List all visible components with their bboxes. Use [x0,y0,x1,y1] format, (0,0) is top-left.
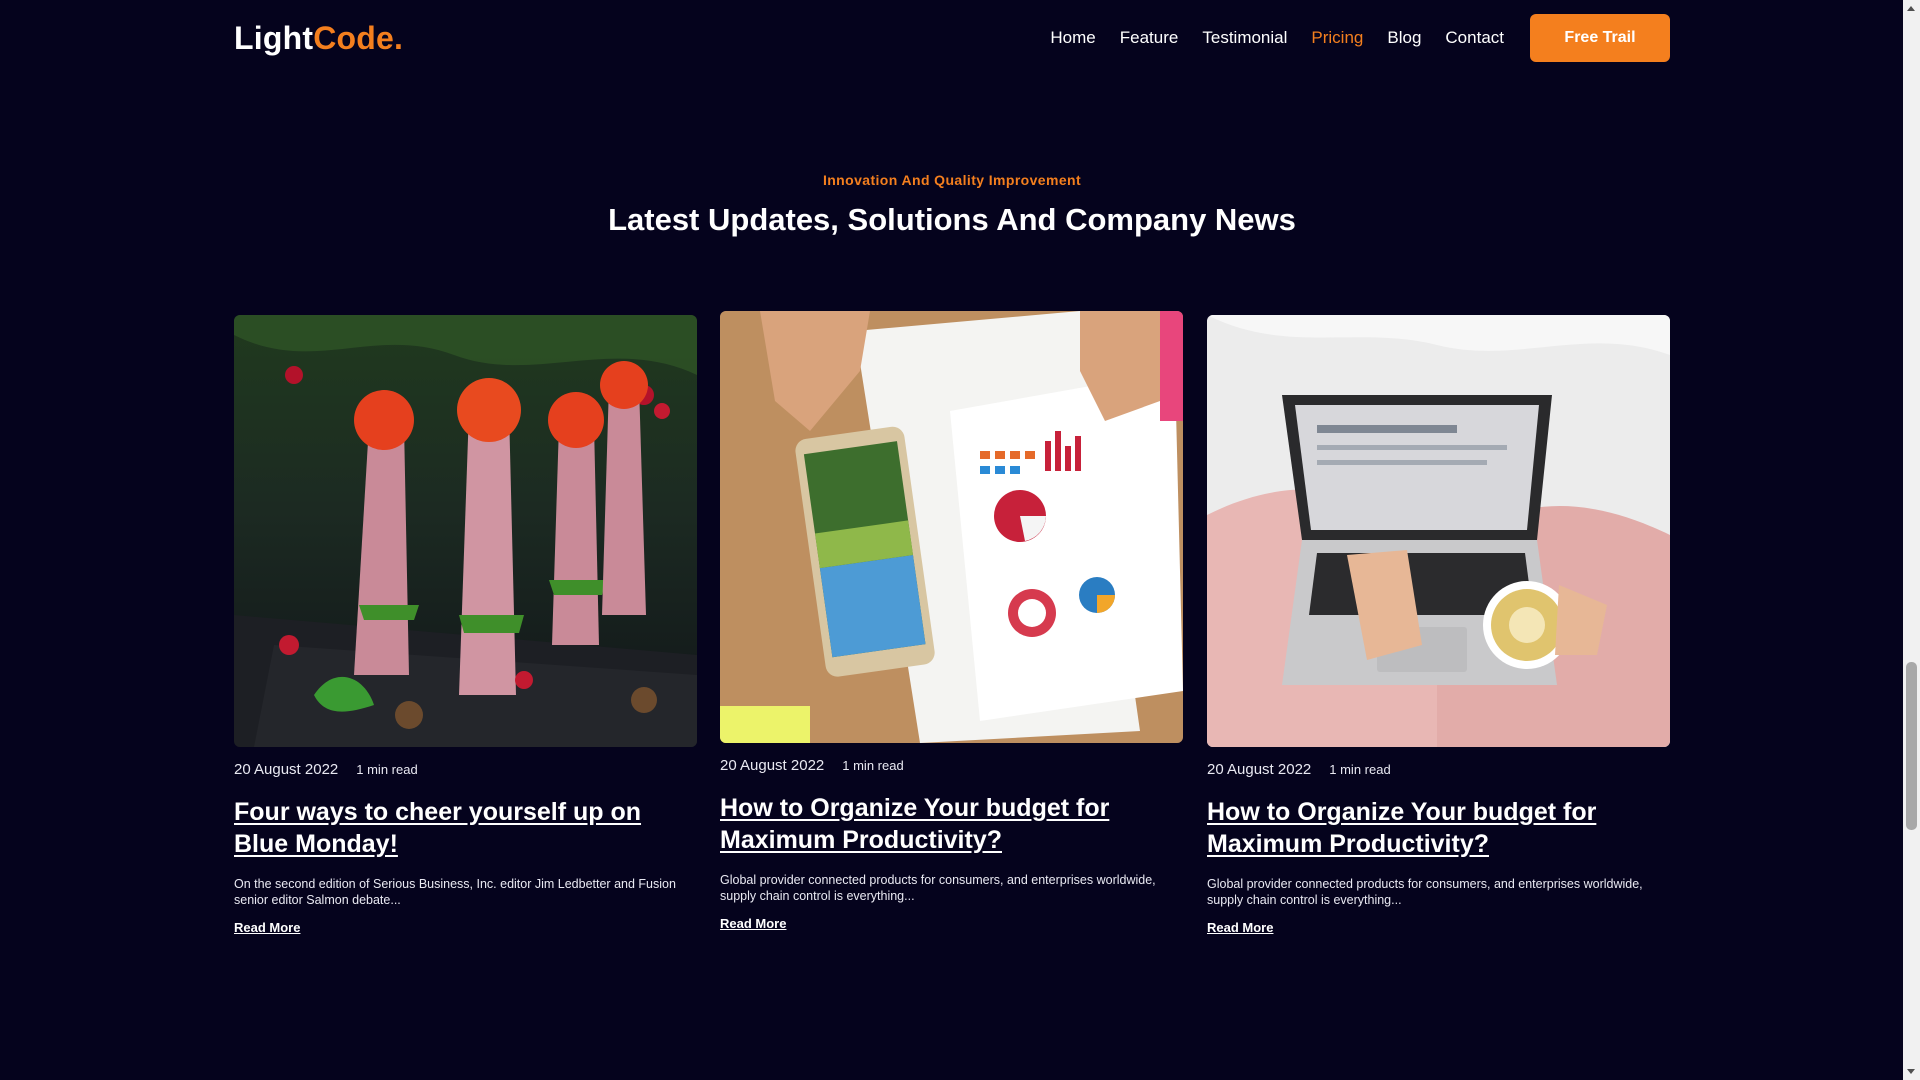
read-more-link[interactable]: Read More [234,920,300,935]
read-time: 1 min read [356,762,418,777]
nav-link-pricing[interactable]: Pricing [1311,28,1363,48]
read-more-link[interactable]: Read More [720,916,786,931]
post-meta: 20 August 2022 1 min read [1207,761,1670,778]
post-excerpt: Global provider connected products for c… [720,873,1156,903]
post-title-link[interactable]: Four ways to cheer yourself up on Blue M… [234,796,697,860]
page: LightCode. Home Feature Testimonial Pric… [0,0,1920,1080]
logo-text: Light [234,19,314,56]
nav-link-contact[interactable]: Contact [1445,28,1504,48]
post-excerpt: Global provider connected products for c… [1207,877,1643,907]
vertical-scrollbar[interactable] [1903,0,1920,1080]
post-meta: 20 August 2022 1 min read [234,761,697,778]
post-title-link[interactable]: How to Organize Your budget for Maximum … [1207,796,1670,860]
read-time: 1 min read [842,758,904,773]
post-date: 20 August 2022 [720,757,825,774]
logo[interactable]: LightCode. [234,20,403,57]
scroll-up-arrow-icon[interactable] [1907,6,1915,11]
nav-right: Home Feature Testimonial Pricing Blog Co… [1050,14,1670,62]
post-date: 20 August 2022 [1207,761,1312,778]
nav-link-testimonial[interactable]: Testimonial [1202,28,1287,48]
post-title-link[interactable]: How to Organize Your budget for Maximum … [720,792,1183,856]
scroll-thumb[interactable] [1906,662,1917,830]
section-eyebrow: Innovation And Quality Improvement [822,172,1082,188]
post-meta: 20 August 2022 1 min read [720,757,1183,774]
read-more-link[interactable]: Read More [1207,920,1273,935]
read-time: 1 min read [1329,762,1391,777]
blog-card: 20 August 2022 1 min read How to Organiz… [1207,315,1670,937]
blog-card: 20 August 2022 1 min read How to Organiz… [720,311,1183,933]
scroll-down-arrow-icon[interactable] [1907,1069,1915,1074]
laptop-and-latte-image[interactable] [1207,315,1670,747]
free-trail-button[interactable]: Free Trail [1530,14,1670,62]
logo-accent-text: Code. [313,19,404,56]
nav-link-blog[interactable]: Blog [1387,28,1421,48]
nav-link-feature[interactable]: Feature [1120,28,1179,48]
phone-and-charts-image[interactable] [720,311,1183,743]
post-date: 20 August 2022 [234,761,339,778]
nav-link-home[interactable]: Home [1050,28,1095,48]
festive-ham-rolls-image[interactable] [234,315,697,747]
nav-links: Home Feature Testimonial Pricing Blog Co… [1050,28,1504,48]
navbar: LightCode. Home Feature Testimonial Pric… [234,14,1670,62]
section-title: Latest Updates, Solutions And Company Ne… [608,202,1296,237]
blog-card: 20 August 2022 1 min read Four ways to c… [234,315,697,937]
post-excerpt: On the second edition of Serious Busines… [234,877,676,907]
